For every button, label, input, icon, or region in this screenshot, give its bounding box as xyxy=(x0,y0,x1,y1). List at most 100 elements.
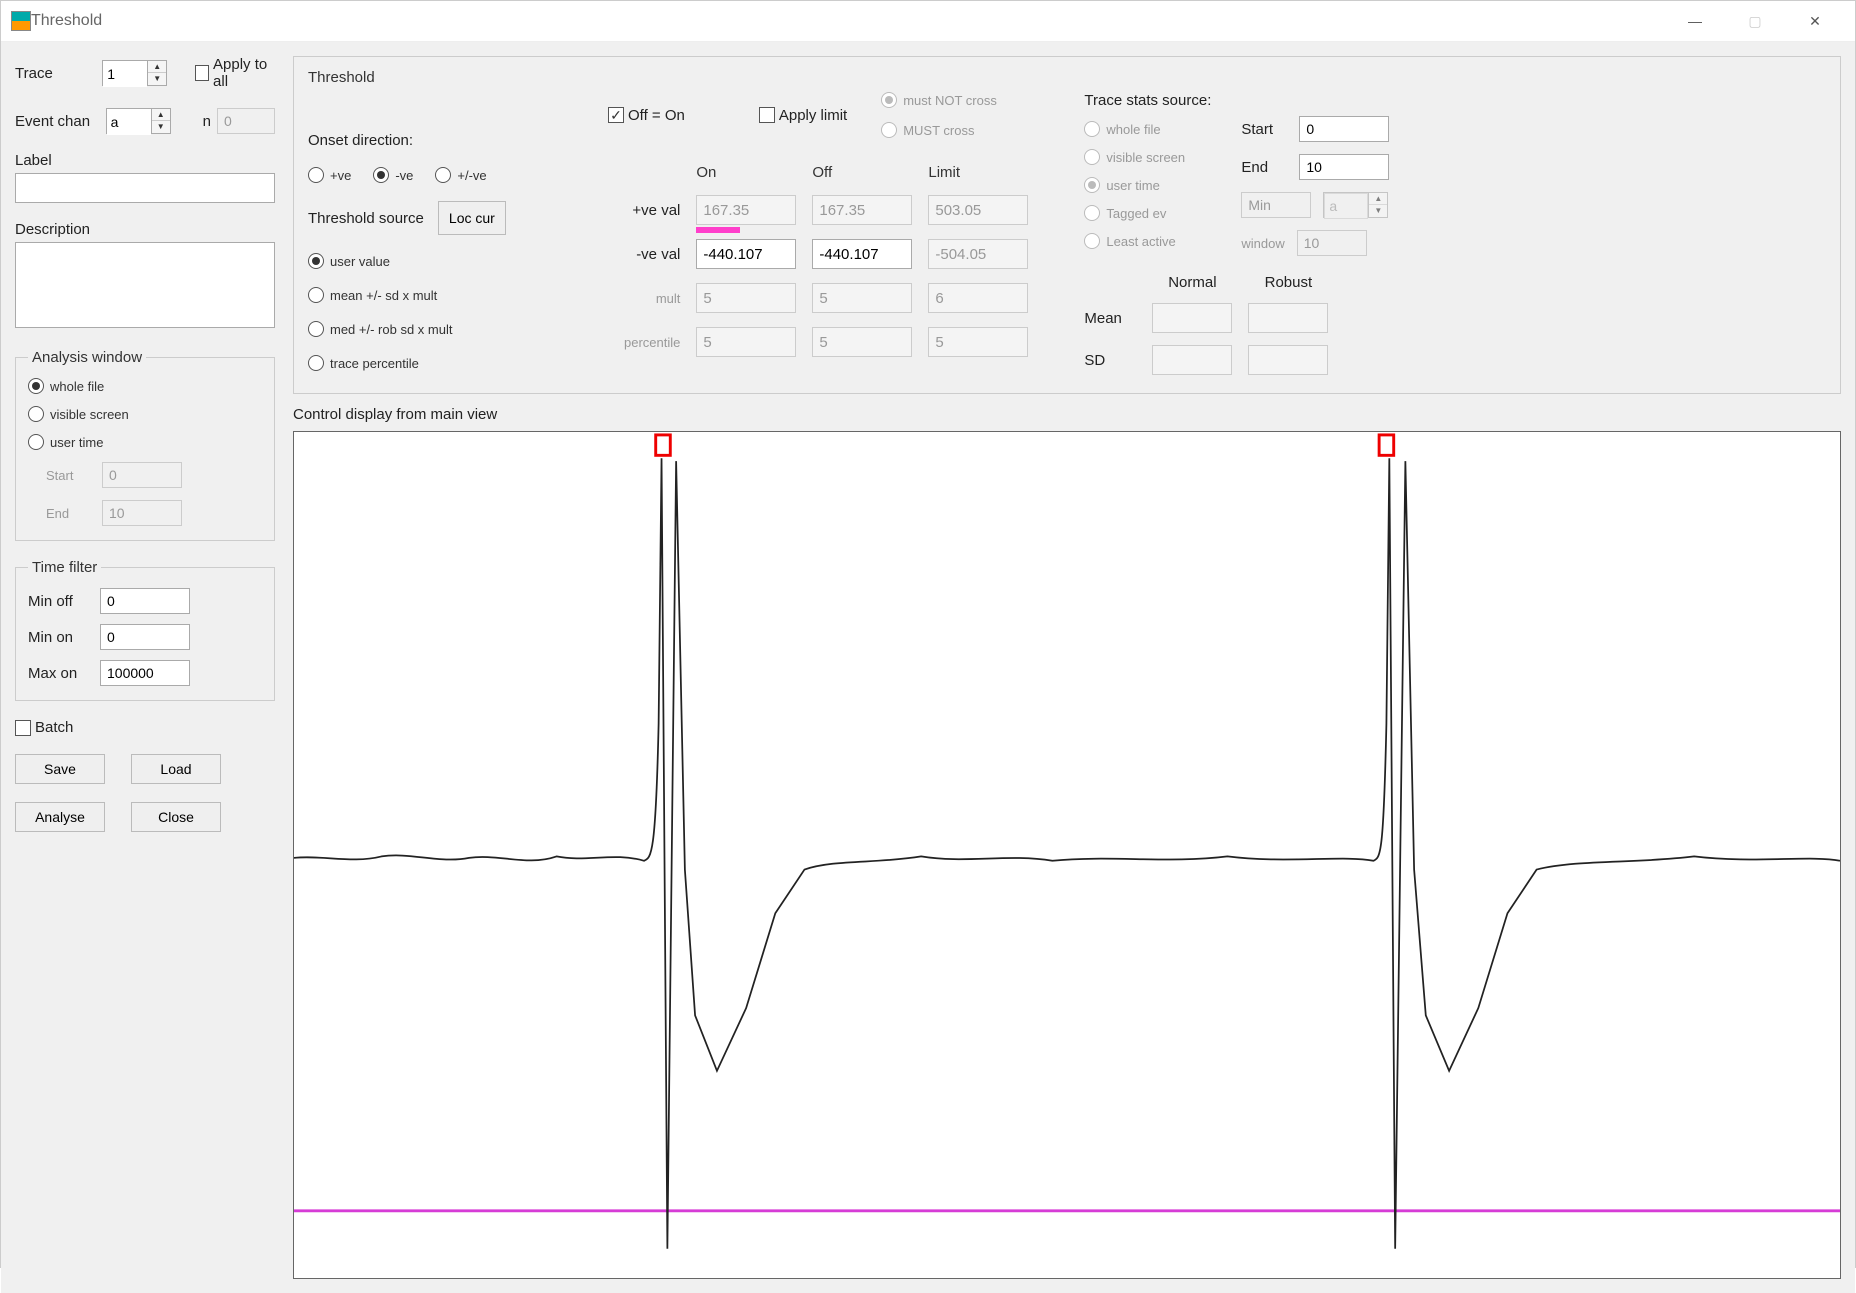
label-input[interactable] xyxy=(15,173,275,203)
loc-cur-button[interactable]: Loc cur xyxy=(438,201,506,235)
stats-end-input[interactable] xyxy=(1299,154,1389,180)
must-not-radio: must NOT cross xyxy=(881,92,997,108)
neg-lim-input xyxy=(928,239,1028,269)
batch-checkbox[interactable]: Batch xyxy=(15,719,275,736)
mult-lim-input xyxy=(928,283,1028,313)
stats-visible-label: visible screen xyxy=(1106,150,1185,165)
analysis-user-label: user time xyxy=(50,435,103,450)
minon-input[interactable] xyxy=(100,624,190,650)
minoff-input[interactable] xyxy=(100,588,190,614)
src-user-radio[interactable]: user value xyxy=(308,253,568,269)
analysis-end-label: End xyxy=(46,506,90,521)
trace-chart[interactable] xyxy=(293,431,1841,1279)
maxon-label: Max on xyxy=(28,665,88,682)
threshold-values-table: On Off Limit +ve val -ve xyxy=(608,150,1044,371)
sd-normal xyxy=(1152,345,1232,375)
src-mean-radio[interactable]: mean +/- sd x mult xyxy=(308,287,568,303)
close-window-button[interactable]: ✕ xyxy=(1785,1,1845,41)
stats-visible-radio: visible screen xyxy=(1084,149,1211,165)
apply-limit-label: Apply limit xyxy=(779,107,847,124)
highlight-marker xyxy=(696,227,740,233)
window-title: Threshold xyxy=(31,12,1665,30)
event-marker-1 xyxy=(656,435,671,455)
neg-on-input[interactable] xyxy=(696,239,796,269)
minimize-button[interactable]: — xyxy=(1665,1,1725,41)
analysis-legend: Analysis window xyxy=(28,349,146,366)
stats-min-input xyxy=(1241,192,1311,218)
pct-off-input xyxy=(812,327,912,357)
apply-limit-checkbox[interactable]: Apply limit xyxy=(759,107,847,124)
n-label: n xyxy=(203,113,211,130)
trace-down-button[interactable]: ▼ xyxy=(148,73,166,85)
analysis-visible-radio[interactable]: visible screen xyxy=(28,406,262,422)
col-on: On xyxy=(696,164,796,181)
stats-user-label: user time xyxy=(1106,178,1159,193)
row-pos-label: +ve val xyxy=(624,195,680,225)
apply-all-checkbox[interactable]: Apply to all xyxy=(195,56,275,90)
stats-panel: Trace stats source: whole file visible s… xyxy=(1084,92,1389,375)
stats-chan-spinner: ▲▼ xyxy=(1323,192,1388,218)
eventchan-spinner[interactable]: ▲▼ xyxy=(106,108,171,134)
right-panel: Threshold Onset direction: +ve -ve +/-ve… xyxy=(293,56,1841,1279)
window-controls: — ▢ ✕ xyxy=(1665,1,1845,41)
eventchan-value[interactable] xyxy=(107,109,151,135)
eventchan-down-button[interactable]: ▼ xyxy=(152,121,170,133)
eventchan-row: Event chan ▲▼ n xyxy=(15,108,275,134)
must-label: MUST cross xyxy=(903,123,974,138)
trace-spinner[interactable]: ▲▼ xyxy=(102,60,167,86)
analysis-end xyxy=(102,500,182,526)
trace-value[interactable] xyxy=(103,61,147,87)
onset-neg-radio[interactable]: -ve xyxy=(373,167,413,183)
analysis-whole-radio[interactable]: whole file xyxy=(28,378,262,394)
src-pct-radio[interactable]: trace percentile xyxy=(308,355,568,371)
apply-all-label: Apply to all xyxy=(213,56,275,90)
row-pct-label: percentile xyxy=(624,327,680,357)
event-marker-2 xyxy=(1379,435,1394,455)
description-textarea[interactable] xyxy=(15,242,275,328)
onset-neg-label: -ve xyxy=(395,168,413,183)
off-eq-on-checkbox[interactable]: Off = On xyxy=(608,107,685,124)
n-value xyxy=(217,108,275,134)
maxon-input[interactable] xyxy=(100,660,190,686)
trace-row: Trace ▲▼ Apply to all xyxy=(15,56,275,90)
analysis-start xyxy=(102,462,182,488)
mult-off-input xyxy=(812,283,912,313)
pct-lim-input xyxy=(928,327,1028,357)
trace-label: Trace xyxy=(15,65,90,82)
stats-legend: Trace stats source: xyxy=(1084,92,1211,109)
pos-off-input xyxy=(812,195,912,225)
onset-label: Onset direction: xyxy=(308,132,568,149)
mean-normal xyxy=(1152,303,1232,333)
stats-window-input xyxy=(1297,230,1367,256)
stats-start-input[interactable] xyxy=(1299,116,1389,142)
close-button[interactable]: Close xyxy=(131,802,221,832)
trace-path xyxy=(294,458,1840,1248)
src-pct-label: trace percentile xyxy=(330,356,419,371)
onset-pos-radio[interactable]: +ve xyxy=(308,167,351,183)
pos-lim-input xyxy=(928,195,1028,225)
neg-off-input[interactable] xyxy=(812,239,912,269)
mult-on-input xyxy=(696,283,796,313)
analysis-whole-label: whole file xyxy=(50,379,104,394)
stats-user-radio: user time xyxy=(1084,177,1211,193)
stats-normal-label: Normal xyxy=(1152,274,1232,291)
maximize-button[interactable]: ▢ xyxy=(1725,1,1785,41)
onset-pos-label: +ve xyxy=(330,168,351,183)
src-med-radio[interactable]: med +/- rob sd x mult xyxy=(308,321,568,337)
save-button[interactable]: Save xyxy=(15,754,105,784)
label-block: Label xyxy=(15,152,275,203)
eventchan-up-button[interactable]: ▲ xyxy=(152,109,170,121)
onset-both-radio[interactable]: +/-ve xyxy=(435,167,486,183)
row-neg-label: -ve val xyxy=(624,239,680,269)
analysis-user-radio[interactable]: user time xyxy=(28,434,262,450)
stats-end-label: End xyxy=(1241,159,1287,176)
stats-whole-label: whole file xyxy=(1106,122,1160,137)
stats-tagged-radio: Tagged ev xyxy=(1084,205,1211,221)
trace-svg xyxy=(294,432,1840,1278)
trace-up-button[interactable]: ▲ xyxy=(148,61,166,73)
content-area: Trace ▲▼ Apply to all Event chan ▲▼ n xyxy=(1,42,1855,1293)
analyse-button[interactable]: Analyse xyxy=(15,802,105,832)
load-button[interactable]: Load xyxy=(131,754,221,784)
timefilter-legend: Time filter xyxy=(28,559,101,576)
row-mult-label: mult xyxy=(624,283,680,313)
